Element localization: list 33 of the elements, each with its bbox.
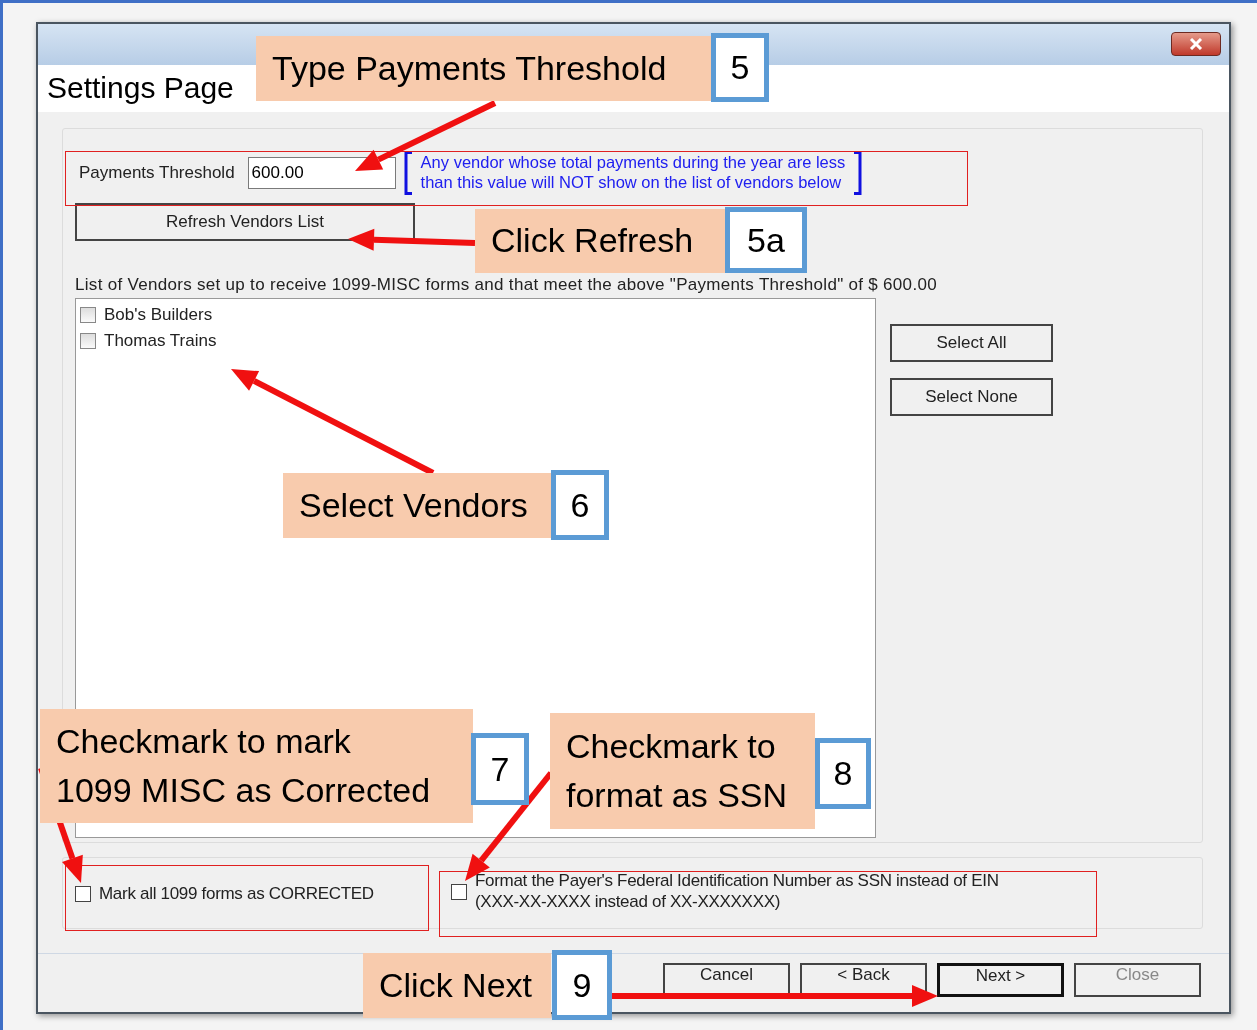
select-button[interactable]: Select None	[890, 377, 1053, 416]
threshold-note: Any vendor whose total payments during the year are less than this value will NOT show on the list of vendors below	[420, 152, 846, 193]
option-checkbox[interactable]	[451, 883, 467, 900]
refresh-button[interactable]: Refresh Vendors List	[75, 202, 415, 241]
threshold-field[interactable]: 600.00	[247, 156, 396, 189]
step-number: 8	[815, 738, 871, 809]
callout-label: Click Next	[363, 953, 551, 1018]
vendor-name[interactable]: Bob's Builders	[104, 304, 213, 325]
option-checkbox[interactable]	[75, 885, 91, 902]
threshold-label: Payments Threshold	[79, 162, 235, 183]
callout-label: Checkmark to format as SSN	[550, 713, 815, 829]
list-caption: List of Vendors set up to receive 1099-MISC forms and that meet the above "Payments Threshold" of $ 600.00	[75, 274, 938, 294]
bracket-icon	[853, 150, 863, 195]
step-number: 5	[711, 33, 769, 102]
callout-label: Type Payments Threshold	[256, 36, 711, 101]
close-button[interactable]	[1171, 32, 1221, 56]
vendor-name[interactable]: Thomas Trains	[104, 330, 217, 351]
option-label[interactable]: Mark all 1099 forms as CORRECTED	[99, 882, 374, 904]
step-number: 7	[471, 733, 529, 805]
bracket-icon	[403, 150, 413, 195]
step-number: 6	[551, 470, 609, 540]
step-number: 5a	[725, 207, 807, 273]
select-button[interactable]: Select All	[890, 323, 1053, 362]
option-label[interactable]: Format the Payer's Federal Identification Number as SSN instead of EIN (XXX-XX-XXXX instead of XX-XXXXXXX)	[475, 869, 999, 913]
vendor-checkbox[interactable]	[80, 332, 96, 349]
vendor-checkbox[interactable]	[80, 306, 96, 323]
close-icon	[1188, 38, 1204, 50]
step-number: 9	[552, 950, 612, 1020]
callout-label: Checkmark to mark 1099 MISC as Corrected	[40, 709, 473, 823]
page-title: Settings Page	[47, 71, 234, 106]
callout-label: Click Refresh	[475, 209, 725, 273]
dialog-button[interactable]: Next >	[937, 962, 1064, 997]
callout-label: Select Vendors	[283, 473, 551, 538]
